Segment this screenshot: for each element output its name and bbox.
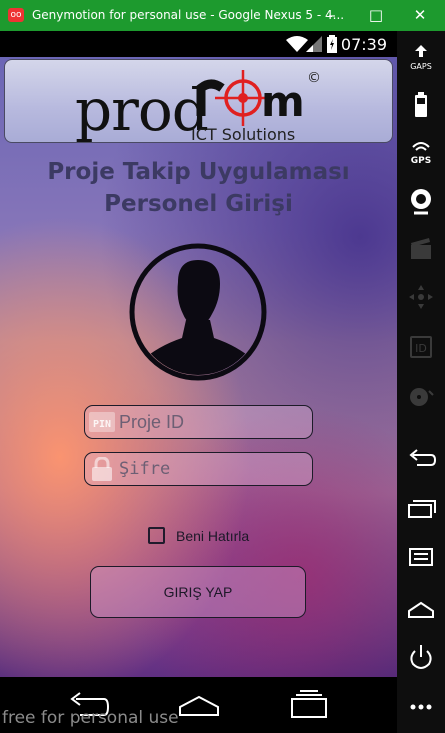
battery-icon xyxy=(327,35,337,53)
power-icon xyxy=(410,645,432,669)
recent-side-button[interactable] xyxy=(405,493,437,525)
clapper-icon xyxy=(411,238,431,259)
disk-icon xyxy=(410,388,434,406)
home-side-icon xyxy=(408,601,434,618)
genymotion-watermark: free for personal use xyxy=(2,708,179,728)
recent-apps-icon[interactable] xyxy=(286,689,332,719)
more-dots-icon xyxy=(410,704,432,710)
back-arrow-icon xyxy=(409,449,437,466)
window-title: Genymotion for personal use - Google Nex… xyxy=(32,8,345,22)
gaps-icon: GAPS xyxy=(410,45,432,71)
pin-icon: PIN xyxy=(89,412,115,432)
phone-display: 07:39 prod m © ICT Solutions Proje Takip… xyxy=(0,31,397,733)
logo-copyright: © xyxy=(307,70,321,86)
close-button[interactable]: ✕ xyxy=(398,0,442,31)
password-field[interactable] xyxy=(84,452,313,486)
user-avatar-icon xyxy=(129,243,267,381)
remember-me-label[interactable]: Beni Hatırla xyxy=(176,528,249,544)
back-side-button[interactable] xyxy=(405,443,437,475)
wifi-icon xyxy=(286,36,308,52)
dpad-icon xyxy=(409,285,433,309)
login-screen: prod m © ICT Solutions Proje Takip Uygul… xyxy=(0,57,397,677)
password-input[interactable] xyxy=(119,456,304,482)
gps-icon: GPS xyxy=(411,142,431,166)
status-clock: 07:39 xyxy=(340,35,387,54)
company-logo-banner: prod m © ICT Solutions xyxy=(4,59,393,144)
svg-text:ID: ID xyxy=(415,342,427,355)
svg-text:GPS: GPS xyxy=(411,156,431,166)
webcam-icon xyxy=(411,189,431,215)
login-button[interactable]: GIRIŞ YAP xyxy=(90,566,306,618)
prodrom-logo: prod m © ICT Solutions xyxy=(75,70,321,144)
android-statusbar: 07:39 xyxy=(0,31,397,57)
window-titlebar: oo Genymotion for personal use - Google … xyxy=(0,0,445,31)
logo-tagline: ICT Solutions xyxy=(191,125,295,144)
home-button-icon[interactable] xyxy=(176,689,222,719)
pin-icon-label: PIN xyxy=(93,419,111,430)
disk-widget[interactable] xyxy=(405,381,437,413)
recent-apps-side-icon xyxy=(408,500,436,518)
camera-widget[interactable] xyxy=(405,185,437,217)
gps-widget[interactable]: GPS xyxy=(405,137,437,169)
menu-side-button[interactable] xyxy=(405,541,437,573)
project-id-input[interactable] xyxy=(119,409,304,435)
screencast-widget[interactable] xyxy=(405,233,437,265)
battery-widget-icon xyxy=(415,92,427,117)
lock-icon xyxy=(92,457,112,481)
home-side-button[interactable] xyxy=(405,591,437,623)
signal-icon xyxy=(306,36,322,52)
battery-widget[interactable] xyxy=(405,89,437,121)
maximize-button[interactable]: □ xyxy=(354,0,398,31)
menu-icon xyxy=(409,548,433,566)
power-side-button[interactable] xyxy=(405,641,437,673)
minimize-button[interactable]: – xyxy=(310,0,354,31)
logo-brand-suffix: m xyxy=(261,77,305,126)
dpad-widget[interactable] xyxy=(405,281,437,313)
project-id-field[interactable]: PIN xyxy=(84,405,313,439)
page-subtitle: Personel Girişi xyxy=(104,191,293,217)
device-id-widget[interactable]: ID xyxy=(405,331,437,363)
genymotion-app-icon: oo xyxy=(8,8,24,22)
genymotion-sidebar: GAPS GPS ID xyxy=(397,31,445,733)
more-options-button[interactable] xyxy=(405,693,437,725)
logo-brand-prefix: prod xyxy=(75,76,208,144)
app-title: Proje Takip Uygulaması xyxy=(47,159,350,185)
svg-text:GAPS: GAPS xyxy=(410,62,432,71)
volume-up-button[interactable]: GAPS xyxy=(405,43,437,75)
checkbox-box[interactable] xyxy=(148,527,165,544)
id-icon: ID xyxy=(410,336,432,358)
